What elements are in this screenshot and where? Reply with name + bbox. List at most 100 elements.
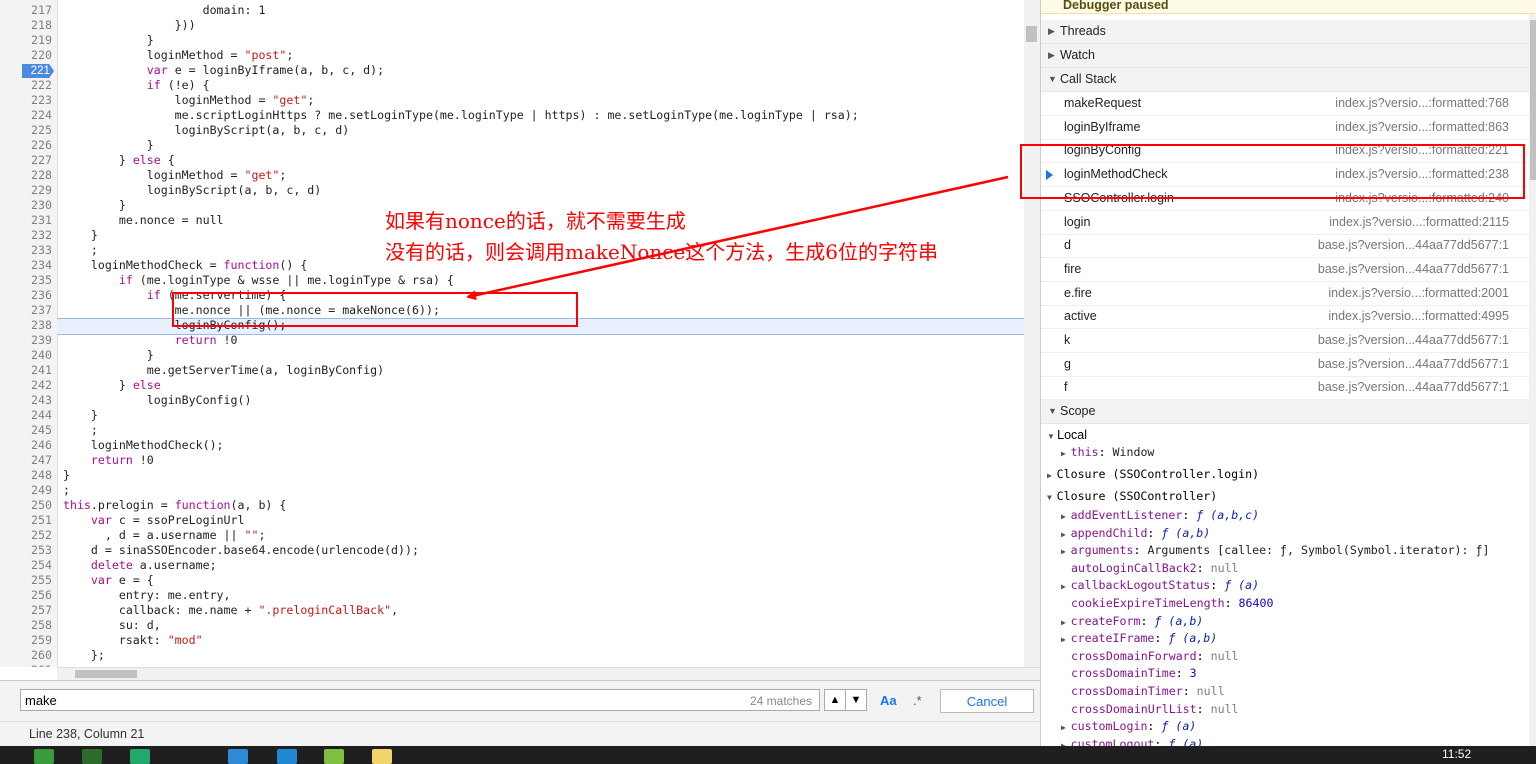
frame-location[interactable]: index.js?versio...:formatted:2115 [1329,211,1509,234]
line-number[interactable]: 225 [0,123,52,138]
line-number[interactable]: 237 [0,303,52,318]
previous-match-button[interactable]: ▲ [824,689,846,711]
frame-location[interactable]: index.js?versio...:formatted:768 [1335,92,1509,115]
code-line[interactable]: 219 } [0,33,1024,48]
line-number[interactable]: 247 [0,453,52,468]
app-icon[interactable] [228,749,248,764]
line-number[interactable]: 223 [0,93,52,108]
breakpoint-marker[interactable]: 221 [22,64,54,78]
line-number[interactable]: 219 [0,33,52,48]
line-number[interactable]: 234 [0,258,52,273]
line-number[interactable]: 258 [0,618,52,633]
scope-property[interactable]: autoLoginCallBack2: null [1071,560,1239,577]
line-number[interactable]: 248 [0,468,52,483]
call-frame-fire[interactable]: fire base.js?version...44aa77dd5677:1 [1041,258,1529,282]
scope-closure-ssocontroller[interactable]: ▼ Closure (SSOController) [1047,488,1217,505]
frame-location[interactable]: index.js?versio...:formatted:4995 [1328,305,1509,328]
line-number[interactable]: 227 [0,153,52,168]
code-line[interactable]: 237 me.nonce || (me.nonce = makeNonce(6)… [0,303,1024,318]
line-number[interactable]: 255 [0,573,52,588]
call-frame-loginbyiframe[interactable]: loginByIframe index.js?versio...:formatte… [1041,116,1529,140]
code-line[interactable]: 246 loginMethodCheck(); [0,438,1024,453]
line-number[interactable]: 254 [0,558,52,573]
editor-horizontal-scrollbar[interactable] [57,667,1040,680]
line-number[interactable]: 253 [0,543,52,558]
code-line[interactable]: 239 return !0 [0,333,1024,348]
line-number[interactable]: 218 [0,18,52,33]
scope-property[interactable]: cookieExpireTimeLength: 86400 [1071,595,1273,612]
line-number[interactable]: 241 [0,363,52,378]
call-frame-makerequest[interactable]: makeRequest index.js?versio...:formatted:… [1041,92,1529,116]
line-number[interactable]: 259 [0,633,52,648]
scope-section-header[interactable]: ▼ Scope [1041,400,1529,424]
scroll-thumb[interactable] [75,670,137,678]
call-frame-active[interactable]: active index.js?versio...:formatted:4995 [1041,305,1529,330]
code-line[interactable]: 228 loginMethod = "get"; [0,168,1024,183]
search-input[interactable] [20,689,820,711]
frame-location[interactable]: base.js?version...44aa77dd5677:1 [1318,376,1509,399]
code-line[interactable]: 247 return !0 [0,453,1024,468]
frame-location[interactable]: base.js?version...44aa77dd5677:1 [1318,329,1509,352]
line-number[interactable]: 246 [0,438,52,453]
app-icon[interactable] [34,749,54,764]
scope-property[interactable]: ▶ appendChild: ƒ (a,b) [1061,525,1210,542]
line-number[interactable]: 229 [0,183,52,198]
app-icon[interactable] [130,749,150,764]
code-line[interactable]: 223 loginMethod = "get"; [0,93,1024,108]
frame-location[interactable]: index.js?versio...:formatted:2001 [1328,282,1509,305]
frame-location[interactable]: index.js?versio...:formatted:863 [1335,116,1509,139]
scope-property[interactable]: crossDomainUrlList: null [1071,701,1239,718]
code-line[interactable]: 251 var c = ssoPreLoginUrl [0,513,1024,528]
code-line[interactable]: 252 , d = a.username || ""; [0,528,1024,543]
line-number[interactable]: 232 [0,228,52,243]
code-line[interactable]: 241 me.getServerTime(a, loginByConfig) [0,363,1024,378]
call-frame-ssocontroller-login[interactable]: SSOController.login index.js?versio...:fo… [1041,187,1529,211]
scope-local[interactable]: ▼ Local [1047,427,1087,444]
code-line[interactable]: 259 rsakt: "mod" [0,633,1024,648]
code-line[interactable]: 227 } else { [0,153,1024,168]
line-number[interactable]: 239 [0,333,52,348]
frame-location[interactable]: index.js?versio...:formatted:240 [1335,187,1509,210]
source-editor[interactable]: 217 domain: 1 218 })) 219 } 220 loginMethod… [0,0,1024,667]
code-line[interactable]: 238 loginByConfig(); [0,318,1024,333]
code-line[interactable]: 236 if (me.servertime) { [0,288,1024,303]
scroll-thumb[interactable] [1026,26,1037,42]
next-match-button[interactable]: ▼ [845,689,867,711]
code-line[interactable]: 218 })) [0,18,1024,33]
line-number[interactable]: 235 [0,273,52,288]
line-number[interactable]: 231 [0,213,52,228]
code-line[interactable]: 245 ; [0,423,1024,438]
cancel-button[interactable]: Cancel [940,689,1034,713]
scroll-thumb[interactable] [1530,20,1536,180]
code-line[interactable]: 220 loginMethod = "post"; [0,48,1024,63]
scope-property[interactable]: ▶ callbackLogoutStatus: ƒ (a) [1061,577,1259,594]
scope-property[interactable]: ▶ customLogout: ƒ (a) [1061,736,1203,746]
line-number[interactable]: 244 [0,408,52,423]
callstack-section-header[interactable]: ▼ Call Stack [1041,68,1529,92]
code-line[interactable]: 258 su: d, [0,618,1024,633]
code-line[interactable]: 248} [0,468,1024,483]
watch-section-header[interactable]: ▶ Watch [1041,44,1529,68]
line-number[interactable]: 230 [0,198,52,213]
line-number[interactable]: 250 [0,498,52,513]
code-line[interactable]: 235 if (me.loginType & wsse || me.loginT… [0,273,1024,288]
code-line[interactable]: 229 loginByScript(a, b, c, d) [0,183,1024,198]
code-line[interactable]: 240 } [0,348,1024,363]
call-frame-f[interactable]: f base.js?version...44aa77dd5677:1 [1041,376,1529,401]
code-line[interactable]: 254 delete a.username; [0,558,1024,573]
scope-property[interactable]: ▶ addEventListener: ƒ (a,b,c) [1061,507,1259,524]
frame-location[interactable]: base.js?version...44aa77dd5677:1 [1318,258,1509,281]
code-line[interactable]: 242 } else [0,378,1024,393]
code-line[interactable]: 249; [0,483,1024,498]
scope-property[interactable]: ▶ customLogin: ƒ (a) [1061,718,1196,735]
code-line[interactable]: 260 }; [0,648,1024,663]
regex-toggle[interactable]: .* [913,693,922,708]
line-number[interactable]: 220 [0,48,52,63]
code-line[interactable]: 250 this.prelogin = function(a, b) { [0,498,1024,513]
vscode-icon[interactable] [277,749,297,764]
code-line[interactable]: 253 d = sinaSSOEncoder.base64.encode(url… [0,543,1024,558]
call-frame-e-fire[interactable]: e.fire index.js?versio...:formatted:2001 [1041,282,1529,306]
scope-property[interactable]: ▶ createForm: ƒ (a,b) [1061,613,1203,630]
line-number[interactable]: 260 [0,648,52,663]
code-line[interactable]: 222 if (!e) { [0,78,1024,93]
